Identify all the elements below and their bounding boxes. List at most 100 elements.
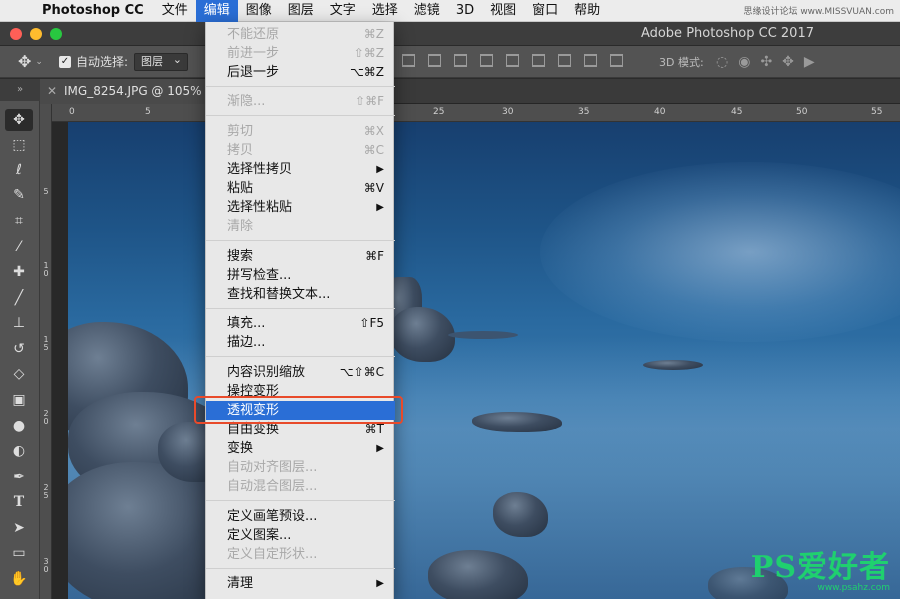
document-tab-bar: ✕ IMG_8254.JPG @ 105% (图 <box>40 79 900 104</box>
menu-item-paste[interactable]: 粘贴 ⌘V <box>206 179 395 198</box>
menu-item-define-pattern[interactable]: 定义图案... <box>206 526 395 545</box>
menu-item-auto-blend[interactable]: 自动混合图层... <box>206 477 395 496</box>
menu-item-define-brush[interactable]: 定义画笔预设... <box>206 507 395 526</box>
watermark-brand: PS爱好者 <box>750 550 890 585</box>
submenu-arrow-icon: ▶ <box>376 164 384 175</box>
hand-icon[interactable]: ✋ <box>5 568 33 590</box>
move-icon[interactable]: ✥ <box>5 109 33 131</box>
blur-icon[interactable]: ● <box>5 415 33 437</box>
menu-item-find-replace[interactable]: 查找和替换文本... <box>206 285 395 304</box>
auto-select-target-select[interactable]: 图层 <box>134 52 188 71</box>
ruler-tick-label: 2 0 <box>43 409 49 426</box>
close-window-button[interactable] <box>10 28 22 40</box>
gradient-icon[interactable]: ▣ <box>5 389 33 411</box>
ruler-tick-label: 5 <box>145 107 151 117</box>
menu-item-spell-check[interactable]: 拼写检查... <box>206 266 395 285</box>
menu-item-auto-align[interactable]: 自动对齐图层... <box>206 458 395 477</box>
eraser-icon[interactable]: ◇ <box>5 363 33 385</box>
menu-item-stroke[interactable]: 描边... <box>206 333 395 352</box>
menu-item-fill[interactable]: 填充... ⇧F5 <box>206 314 395 333</box>
3d-orbit-icon[interactable]: ◌ <box>716 54 728 70</box>
menu-filter[interactable]: 滤镜 <box>406 0 448 22</box>
3d-pan-icon[interactable]: ✣ <box>760 54 772 70</box>
ruler-vertical[interactable]: 5 1 0 1 5 2 0 2 5 3 0 <box>40 104 52 599</box>
menu-item-purge[interactable]: 清理 ▶ <box>206 574 395 593</box>
menu-separator <box>206 86 395 87</box>
menu-item-copy-special[interactable]: 选择性拷贝 ▶ <box>206 160 395 179</box>
menu-item-search[interactable]: 搜索 ⌘F <box>206 247 395 266</box>
history-brush-icon[interactable]: ↺ <box>5 338 33 360</box>
path-select-icon[interactable]: ➤ <box>5 517 33 539</box>
type-icon[interactable]: T <box>5 491 33 513</box>
menu-separator <box>206 356 395 357</box>
align-icon[interactable] <box>402 54 415 67</box>
distant-island <box>448 331 518 339</box>
3d-roll-icon[interactable]: ◉ <box>738 54 750 70</box>
ruler-tick-label: 1 5 <box>43 335 49 352</box>
align-icon[interactable] <box>454 54 467 67</box>
menu-item-paste-special[interactable]: 选择性粘贴 ▶ <box>206 198 395 217</box>
marquee-icon[interactable]: ⬚ <box>5 134 33 156</box>
lasso-icon[interactable]: ℓ <box>5 159 33 181</box>
auto-select-checkbox[interactable]: ✓ <box>58 55 71 68</box>
menu-item-copy[interactable]: 拷贝 ⌘C <box>206 141 395 160</box>
seascape-photo <box>68 122 900 599</box>
menu-item-define-shape[interactable]: 定义自定形状... <box>206 545 395 564</box>
align-icon[interactable] <box>506 54 519 67</box>
menu-item-transform[interactable]: 变换 ▶ <box>206 439 395 458</box>
distribute-icon[interactable] <box>610 54 623 67</box>
panel-collapse-icon[interactable]: » <box>0 79 40 101</box>
stamp-icon[interactable]: ⊥ <box>5 312 33 334</box>
quick-select-icon[interactable]: ✎ <box>5 184 33 206</box>
ruler-horizontal[interactable]: 0 5 10 15 20 25 30 35 40 45 50 55 <box>52 104 900 122</box>
menu-item-clear[interactable]: 清除 <box>206 217 395 236</box>
menu-view[interactable]: 视图 <box>482 0 524 22</box>
3d-scale-icon[interactable]: ▶ <box>804 54 815 70</box>
menu-layer[interactable]: 图层 <box>280 0 322 22</box>
menu-file[interactable]: 文件 <box>154 0 196 22</box>
brush-icon[interactable]: ╱ <box>5 287 33 309</box>
menu-item-content-aware-scale[interactable]: 内容识别缩放 ⌥⇧⌘C <box>206 363 395 382</box>
menu-item-step-backward[interactable]: 后退一步 ⌥⌘Z <box>206 63 395 82</box>
ruler-tick-label: 45 <box>731 107 743 117</box>
3d-slide-icon[interactable]: ✥ <box>782 54 794 70</box>
menu-separator <box>206 568 395 569</box>
align-icon[interactable] <box>532 54 545 67</box>
zoom-window-button[interactable] <box>50 28 62 40</box>
document-tab[interactable]: ✕ IMG_8254.JPG @ 105% (图 <box>40 79 208 104</box>
close-icon[interactable]: ✕ <box>47 79 57 104</box>
align-icon[interactable] <box>480 54 493 67</box>
document-canvas[interactable]: PS爱好者 www.psahz.com <box>52 122 900 599</box>
shape-icon[interactable]: ▭ <box>5 542 33 564</box>
chevron-down-icon[interactable]: ⌄ <box>35 57 43 67</box>
menu-window[interactable]: 窗口 <box>524 0 566 22</box>
app-name-menu[interactable]: Photoshop CC <box>40 3 154 18</box>
minimize-window-button[interactable] <box>30 28 42 40</box>
menu-image[interactable]: 图像 <box>238 0 280 22</box>
dodge-icon[interactable]: ◐ <box>5 440 33 462</box>
menu-3d[interactable]: 3D <box>448 0 482 22</box>
crop-icon[interactable]: ⌗ <box>5 210 33 232</box>
menu-item-undo[interactable]: 不能还原 ⌘Z <box>206 25 395 44</box>
menu-item-cut[interactable]: 剪切 ⌘X <box>206 122 395 141</box>
menu-edit[interactable]: 编辑 <box>195 0 238 22</box>
healing-icon[interactable]: ✚ <box>5 261 33 283</box>
menu-item-step-forward[interactable]: 前进一步 ⇧⌘Z <box>206 44 395 63</box>
move-tool-preset-icon[interactable]: ✥ <box>18 52 31 71</box>
menu-select[interactable]: 选择 <box>364 0 406 22</box>
menu-separator <box>206 115 395 116</box>
auto-select-label: 自动选择: <box>75 55 128 69</box>
sky-cloud <box>540 162 900 342</box>
menu-separator <box>206 308 395 309</box>
ruler-tick-label: 25 <box>433 107 445 117</box>
align-icon[interactable] <box>558 54 571 67</box>
menu-type[interactable]: 文字 <box>322 0 364 22</box>
pen-icon[interactable]: ✒ <box>5 466 33 488</box>
menu-help[interactable]: 帮助 <box>566 0 608 22</box>
menu-item-fade[interactable]: 渐隐... ⇧⌘F <box>206 92 395 111</box>
align-icon[interactable] <box>428 54 441 67</box>
rock <box>390 307 455 362</box>
window-titlebar: Adobe Photoshop CC 2017 <box>0 22 900 46</box>
eyedropper-icon[interactable]: ⁄ <box>5 236 33 258</box>
align-icon[interactable] <box>584 54 597 67</box>
